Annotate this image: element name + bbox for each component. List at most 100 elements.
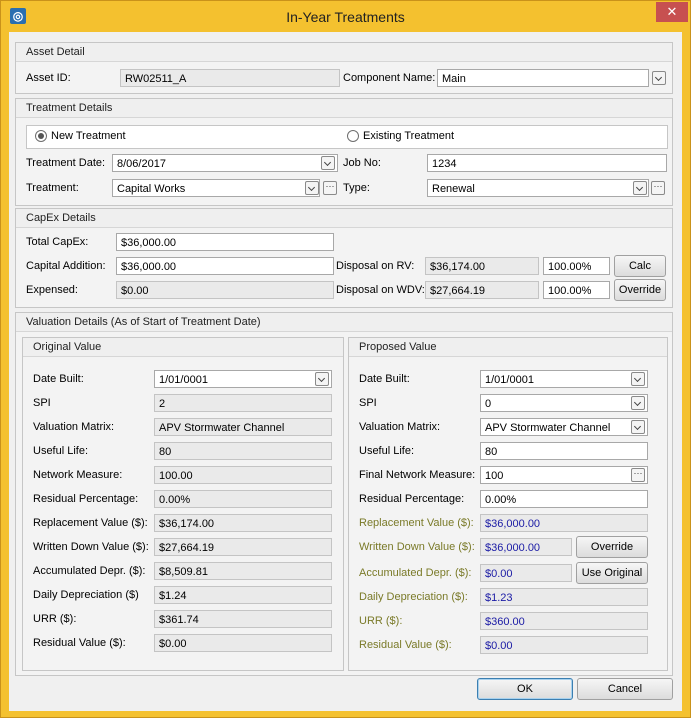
type-dropdown-icon[interactable] — [633, 181, 647, 195]
prop-override-button[interactable]: Override — [576, 536, 648, 558]
capex-details-group: CapEx Details Total CapEx: $36,000.00 Ca… — [15, 208, 673, 308]
disposal-rv-label: Disposal on RV: — [336, 260, 415, 272]
prop-date-built-field[interactable]: 1/01/0001 — [480, 370, 648, 388]
orig-useful-life-field: 80 — [154, 442, 332, 460]
disposal-rv-pct-field[interactable]: 100.00% — [543, 257, 610, 275]
prop-residual-pct-field[interactable]: 0.00% — [480, 490, 648, 508]
prop-residual-value-label: Residual Value ($): — [359, 639, 452, 651]
disposal-rv-field: $36,174.00 — [425, 257, 539, 275]
orig-wdv-field: $27,664.19 — [154, 538, 332, 556]
treatment-date-field[interactable]: 8/06/2017 — [112, 154, 338, 172]
dialog-body: Asset Detail Asset ID: RW02511_A Compone… — [9, 32, 682, 711]
total-capex-field[interactable]: $36,000.00 — [116, 233, 334, 251]
title-bar[interactable]: ◎ In-Year Treatments ✕ — [1, 1, 690, 32]
orig-urr-field: $361.74 — [154, 610, 332, 628]
component-name-select[interactable]: Main — [437, 69, 649, 87]
type-ellipsis-button[interactable]: ··· — [651, 181, 665, 195]
type-label: Type: — [343, 182, 370, 194]
prop-residual-pct-label: Residual Percentage: — [359, 493, 465, 505]
treatment-details-title: Treatment Details — [16, 99, 672, 118]
cancel-button[interactable]: Cancel — [577, 678, 673, 700]
use-original-button[interactable]: Use Original — [576, 562, 648, 584]
prop-spi-select[interactable]: 0 — [480, 394, 648, 412]
orig-daily-label: Daily Depreciation ($) — [33, 589, 139, 601]
prop-final-network-field[interactable]: 100 — [480, 466, 648, 484]
dialog-window: ◎ In-Year Treatments ✕ Asset Detail Asse… — [0, 0, 691, 718]
valuation-details-group: Valuation Details (As of Start of Treatm… — [15, 312, 673, 676]
prop-urr-field: $360.00 — [480, 612, 648, 630]
new-treatment-label[interactable]: New Treatment — [51, 127, 126, 145]
orig-residual-value-label: Residual Value ($): — [33, 637, 126, 649]
prop-spi-dropdown-icon[interactable] — [631, 396, 645, 410]
existing-treatment-radio[interactable] — [347, 130, 359, 142]
prop-urr-label: URR ($): — [359, 615, 403, 627]
disposal-wdv-pct-field[interactable]: 100.00% — [543, 281, 610, 299]
ok-button[interactable]: OK — [477, 678, 573, 700]
orig-date-built-dropdown-icon[interactable] — [315, 372, 329, 386]
asset-id-label: Asset ID: — [26, 72, 71, 84]
orig-residual-value-field: $0.00 — [154, 634, 332, 652]
job-no-field[interactable]: 1234 — [427, 154, 667, 172]
original-value-title: Original Value — [23, 338, 343, 357]
prop-daily-label: Daily Depreciation ($): — [359, 591, 468, 603]
orig-urr-label: URR ($): — [33, 613, 77, 625]
original-value-group: Original Value Date Built: 1/01/0001 SPI… — [22, 337, 344, 671]
treatment-select[interactable]: Capital Works — [112, 179, 320, 197]
proposed-value-group: Proposed Value Date Built: 1/01/0001 SPI… — [348, 337, 668, 671]
orig-network-measure-field: 100.00 — [154, 466, 332, 484]
asset-detail-group: Asset Detail Asset ID: RW02511_A Compone… — [15, 42, 673, 94]
capex-details-title: CapEx Details — [16, 209, 672, 228]
prop-date-built-dropdown-icon[interactable] — [631, 372, 645, 386]
treatment-date-label: Treatment Date: — [26, 157, 106, 169]
disposal-wdv-field: $27,664.19 — [425, 281, 539, 299]
prop-spi-label: SPI — [359, 397, 377, 409]
orig-accum-field: $8,509.81 — [154, 562, 332, 580]
orig-replacement-label: Replacement Value ($): — [33, 517, 148, 529]
orig-wdv-label: Written Down Value ($): — [33, 541, 149, 553]
prop-date-built-label: Date Built: — [359, 373, 410, 385]
orig-matrix-field: APV Stormwater Channel — [154, 418, 332, 436]
treatment-type-radio-group: New Treatment Existing Treatment — [26, 125, 668, 149]
prop-final-network-label: Final Network Measure: — [359, 469, 476, 481]
treatment-dropdown-icon[interactable] — [305, 181, 319, 195]
expensed-label: Expensed: — [26, 284, 78, 296]
capex-override-button[interactable]: Override — [614, 279, 666, 301]
new-treatment-radio[interactable] — [35, 130, 47, 142]
prop-daily-field: $1.23 — [480, 588, 648, 606]
prop-matrix-label: Valuation Matrix: — [359, 421, 441, 433]
prop-matrix-dropdown-icon[interactable] — [631, 420, 645, 434]
orig-residual-pct-field: 0.00% — [154, 490, 332, 508]
existing-treatment-label[interactable]: Existing Treatment — [363, 127, 454, 145]
orig-spi-field: 2 — [154, 394, 332, 412]
orig-date-built-field[interactable]: 1/01/0001 — [154, 370, 332, 388]
treatment-label: Treatment: — [26, 182, 79, 194]
orig-replacement-field: $36,174.00 — [154, 514, 332, 532]
prop-replacement-field: $36,000.00 — [480, 514, 648, 532]
asset-detail-title: Asset Detail — [16, 43, 672, 62]
close-button[interactable]: ✕ — [656, 2, 688, 22]
prop-useful-life-field[interactable]: 80 — [480, 442, 648, 460]
window-title: In-Year Treatments — [286, 9, 405, 25]
capital-addition-label: Capital Addition: — [26, 260, 106, 272]
prop-final-network-ellipsis-button[interactable]: ··· — [631, 468, 645, 482]
orig-useful-life-label: Useful Life: — [33, 445, 89, 457]
orig-accum-label: Accumulated Depr. ($): — [33, 565, 146, 577]
disposal-wdv-label: Disposal on WDV: — [336, 284, 425, 296]
component-name-dropdown-icon[interactable] — [652, 71, 666, 85]
type-select[interactable]: Renewal — [427, 179, 649, 197]
orig-date-built-label: Date Built: — [33, 373, 84, 385]
prop-useful-life-label: Useful Life: — [359, 445, 415, 457]
calc-button[interactable]: Calc — [614, 255, 666, 277]
prop-wdv-field: $36,000.00 — [480, 538, 572, 556]
prop-matrix-select[interactable]: APV Stormwater Channel — [480, 418, 648, 436]
treatment-date-dropdown-icon[interactable] — [321, 156, 335, 170]
orig-residual-pct-label: Residual Percentage: — [33, 493, 139, 505]
prop-residual-value-field: $0.00 — [480, 636, 648, 654]
prop-accum-field: $0.00 — [480, 564, 572, 582]
orig-network-measure-label: Network Measure: — [33, 469, 123, 481]
capital-addition-field[interactable]: $36,000.00 — [116, 257, 334, 275]
orig-daily-field: $1.24 — [154, 586, 332, 604]
prop-replacement-label: Replacement Value ($): — [359, 517, 474, 529]
treatment-ellipsis-button[interactable]: ··· — [323, 181, 337, 195]
asset-id-field: RW02511_A — [120, 69, 340, 87]
